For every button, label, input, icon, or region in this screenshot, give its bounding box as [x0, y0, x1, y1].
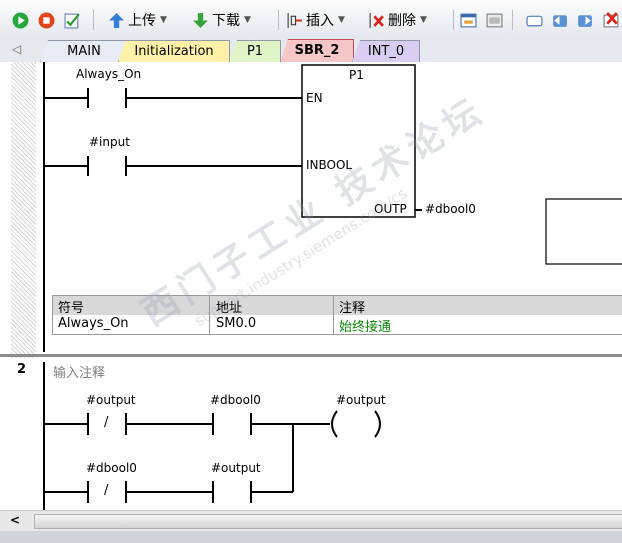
stop-icon	[38, 12, 55, 28]
rectangle-icon	[526, 15, 543, 26]
contact-dbool0-label[interactable]: #dbool0	[210, 393, 261, 407]
nc-contact-slash: /	[104, 483, 109, 498]
header-symbol: 符号	[58, 301, 85, 316]
debug-button[interactable]	[460, 10, 477, 30]
upload-button[interactable]: 上传 ▼	[108, 10, 167, 30]
upload-label: 上传	[128, 13, 156, 29]
tab-main[interactable]: MAIN	[40, 40, 128, 62]
undo-button[interactable]	[551, 10, 568, 30]
header-address: 地址	[216, 301, 243, 316]
pin-outp-label: OUTP	[374, 202, 407, 216]
compile-button[interactable]	[64, 10, 81, 30]
ladder-wiring	[43, 62, 622, 510]
tab-label: P1	[246, 44, 264, 59]
tab-int0[interactable]: INT_0	[352, 40, 420, 62]
debug-window-icon	[460, 13, 477, 27]
symbol-table-header: 符号 地址 注释	[52, 295, 622, 316]
delete-network-icon	[369, 12, 384, 28]
ladder-editor[interactable]: 2 Always_On #input P1 EN INBOOL OUTP #db…	[0, 62, 622, 510]
run-button[interactable]	[12, 10, 29, 30]
chevron-down-icon[interactable]: ▼	[338, 15, 345, 25]
function-block-title[interactable]: P1	[349, 68, 364, 82]
scroll-left-icon[interactable]: <	[10, 513, 20, 527]
insert-label: 插入	[306, 13, 334, 29]
arrow-up-icon	[109, 12, 124, 28]
comment-cell: 始终接通	[339, 320, 392, 335]
symbol-cell: Always_On	[58, 316, 129, 331]
arrow-down-icon	[193, 12, 208, 28]
download-label: 下载	[212, 13, 240, 29]
undo-icon	[553, 14, 567, 27]
symbol-table: 符号 地址 注释 Always_On SM0.0 始终接通	[52, 295, 622, 335]
contact-always-on-label[interactable]: Always_On	[76, 67, 141, 81]
tab-initialization[interactable]: Initialization	[118, 40, 230, 62]
close-button[interactable]	[603, 10, 620, 30]
nc-contact-slash: /	[104, 415, 109, 430]
redo-icon	[578, 14, 592, 27]
compile-check-icon	[64, 12, 80, 28]
scrollbar-thumb[interactable]	[34, 514, 622, 529]
horizontal-scrollbar[interactable]: <	[0, 510, 622, 531]
redo-button[interactable]	[577, 10, 594, 30]
delete-button[interactable]: 删除 ▼	[368, 10, 427, 30]
contact-dbool0-label-2[interactable]: #dbool0	[86, 461, 137, 475]
tab-p1[interactable]: P1	[229, 40, 281, 62]
header-comment: 注释	[339, 301, 366, 316]
close-icon	[603, 11, 619, 27]
chevron-down-icon[interactable]: ▼	[420, 15, 427, 25]
tab-label: INT_0	[367, 44, 405, 59]
play-icon	[12, 12, 29, 28]
tab-label: Initialization	[134, 44, 214, 59]
monitor-icon	[486, 13, 503, 27]
address-cell: SM0.0	[216, 316, 257, 331]
delete-label: 删除	[388, 13, 416, 29]
pin-en-label: EN	[306, 91, 323, 105]
coil-output-label[interactable]: #output	[336, 393, 386, 407]
network-comment[interactable]: 输入注释	[53, 362, 105, 381]
monitor-button[interactable]	[486, 10, 503, 30]
insert-network-icon	[287, 12, 302, 28]
chevron-down-icon[interactable]: ▼	[244, 15, 251, 25]
tab-sbr2[interactable]: SBR_2	[280, 39, 354, 63]
pin-inbool-label: INBOOL	[306, 158, 353, 172]
contact-output-label[interactable]: #output	[86, 393, 136, 407]
chevron-down-icon[interactable]: ▼	[160, 15, 167, 25]
view-button[interactable]	[526, 10, 543, 30]
table-row[interactable]: Always_On SM0.0 始终接通	[52, 315, 622, 335]
status-bar	[0, 531, 622, 543]
tab-label: MAIN	[67, 44, 101, 59]
contact-output-label-2[interactable]: #output	[211, 461, 261, 475]
insert-button[interactable]: 插入 ▼	[286, 10, 345, 30]
tab-bar: ◁ MAIN Initialization P1 SBR_2 INT_0	[0, 38, 622, 63]
tab-label: SBR_2	[294, 43, 340, 58]
outp-variable-label[interactable]: #dbool0	[425, 202, 476, 216]
contact-input-label[interactable]: #input	[89, 135, 130, 149]
toolbar: 上传 ▼ 下载 ▼ 插入 ▼ 删除 ▼	[0, 0, 622, 39]
stop-button[interactable]	[38, 10, 55, 30]
download-button[interactable]: 下载 ▼	[192, 10, 251, 30]
tab-scroll-left-icon[interactable]: ◁	[12, 42, 21, 56]
